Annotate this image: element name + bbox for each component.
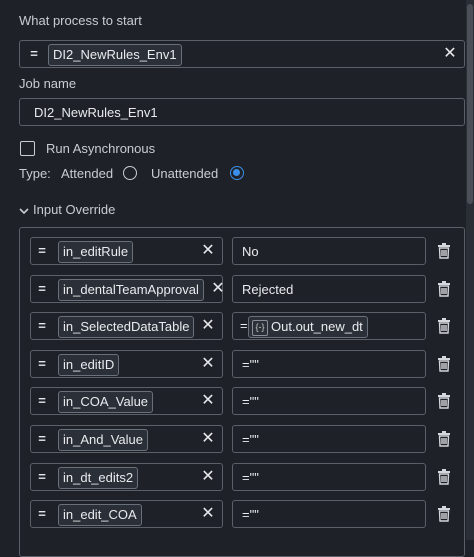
equals-icon: = [38,393,46,409]
trash-icon[interactable] [438,393,450,410]
override-key-field[interactable]: = in_And_Value ✕ [30,425,223,453]
override-key-chip[interactable]: in_editRule [58,241,134,263]
scrollbar[interactable] [466,0,474,540]
equals-icon: = [38,355,46,371]
override-key-chip[interactable]: in_SelectedDataTable [58,316,195,339]
override-key-chip[interactable]: in_edit_COA [58,504,142,527]
override-value-field[interactable]: ="" [232,387,426,416]
override-key-field[interactable]: = in_COA_Value ✕ [30,387,223,416]
trash-icon[interactable] [438,318,450,334]
override-row: = in_dt_edits2 ✕ ="" [20,462,466,493]
clear-key-icon[interactable]: ✕ [200,318,216,334]
clear-process-icon[interactable]: ✕ [442,46,458,62]
override-value-field[interactable]: ="" [232,500,426,529]
trash-icon[interactable] [438,506,450,522]
override-key-field[interactable]: = in_dt_edits2 ✕ [30,462,223,491]
equals-icon: = [38,318,46,334]
scrollbar-thumb[interactable] [467,4,473,204]
override-value-field[interactable]: No [232,237,426,265]
attended-label: Attended [61,166,114,181]
override-key-field[interactable]: = in_edit_COA ✕ [30,500,223,529]
process-label: What process to start [19,13,142,28]
type-label: Type: [19,166,51,181]
input-override-list: = in_editRule ✕ No = in_dentalTeamApproval ✕ Re… [19,227,465,557]
override-value: ="" [242,356,259,372]
override-value: ="" [242,507,259,523]
override-key-field[interactable]: = in_dentalTeamApproval ✕ [30,274,226,303]
override-value: Rejected [242,281,294,297]
equals-icon: = [38,506,46,522]
process-properties-panel: What process to start = DI2_NewRules_Env… [0,0,466,557]
override-key-chip[interactable]: in_editID [58,353,120,376]
override-value-field[interactable]: = {-} Out.out_new_dt [232,312,426,341]
trash-icon[interactable] [438,431,450,447]
override-value: ="" [242,394,259,410]
override-value: ="" [242,469,259,485]
override-key-chip[interactable]: in_dentalTeamApproval [58,278,204,301]
override-row: = in_edit_COA ✕ ="" [20,500,466,530]
override-value-field[interactable]: ="" [232,425,426,453]
override-row: = in_dentalTeamApproval ✕ Rejected [20,274,466,305]
override-key-field[interactable]: = in_editID ✕ [30,349,223,378]
trash-icon[interactable] [438,355,450,372]
expression-text: Out.out_new_dt [271,319,363,335]
chevron-down-icon[interactable] [19,206,29,216]
job-name-value: DI2_NewRules_Env1 [34,105,158,120]
expression-prefix: = [240,318,248,334]
override-row: = in_SelectedDataTable ✕ = {-} Out.out_new_dt [20,312,466,342]
clear-key-icon[interactable]: ✕ [200,431,216,447]
equals-icon: = [38,468,46,484]
override-key-chip[interactable]: in_COA_Value [58,391,154,414]
equals-icon: = [30,46,38,61]
override-key-field[interactable]: = in_SelectedDataTable ✕ [30,312,223,341]
job-name-input[interactable]: DI2_NewRules_Env1 [19,98,465,126]
override-row: = in_And_Value ✕ ="" [20,425,466,455]
equals-icon: = [38,431,46,446]
job-name-label: Job name [19,76,77,91]
override-value: No [242,244,259,259]
process-field[interactable]: = DI2_NewRules_Env1 ✕ [19,40,465,68]
override-value-field[interactable]: Rejected [232,274,426,303]
override-key-field[interactable]: = in_editRule ✕ [30,237,223,265]
clear-key-icon[interactable]: ✕ [200,468,216,485]
clear-key-icon[interactable]: ✕ [200,355,216,372]
trash-icon[interactable] [438,468,450,485]
override-key-chip[interactable]: in_dt_edits2 [58,466,139,489]
equals-icon: = [38,243,46,258]
override-value-field[interactable]: ="" [232,349,426,378]
override-value-field[interactable]: ="" [232,462,426,491]
unattended-radio[interactable] [230,166,244,180]
unattended-label: Unattended [151,166,219,181]
run-async-label: Run Asynchronous [46,141,156,156]
run-async-checkbox[interactable] [20,141,35,156]
expression-icon: {-} [252,319,268,336]
override-row: = in_editRule ✕ No [20,237,466,267]
trash-icon[interactable] [438,243,450,259]
expression-chip[interactable]: {-} Out.out_new_dt [248,316,368,339]
equals-icon: = [38,280,46,296]
trash-icon[interactable] [438,280,450,297]
override-row: = in_editID ✕ ="" [20,349,466,380]
attended-radio[interactable] [123,166,137,180]
override-value: ="" [242,432,259,447]
clear-key-icon[interactable]: ✕ [200,243,216,259]
override-row: = in_COA_Value ✕ ="" [20,387,466,417]
clear-key-icon[interactable]: ✕ [200,393,216,409]
clear-key-icon[interactable]: ✕ [200,506,216,522]
input-override-label: Input Override [33,202,116,217]
clear-key-icon[interactable]: ✕ [210,280,226,297]
override-key-chip[interactable]: in_And_Value [58,429,148,451]
process-chip[interactable]: DI2_NewRules_Env1 [48,44,182,66]
